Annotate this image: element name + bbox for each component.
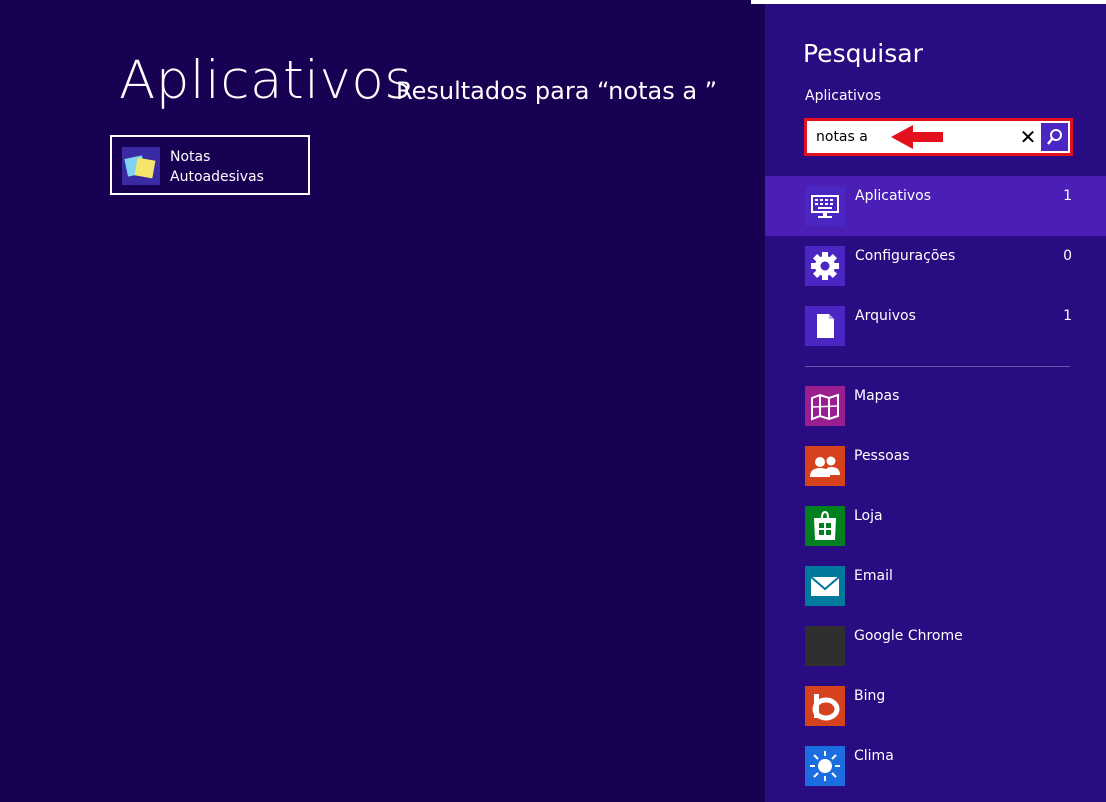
result-label: Notas Autoadesivas <box>170 147 264 187</box>
category-label: Aplicativos <box>855 188 932 204</box>
clear-search-button[interactable]: ✕ <box>1015 122 1041 152</box>
keyboard-monitor-icon <box>805 186 845 226</box>
weather-icon <box>805 746 845 786</box>
category-count: 1 <box>1063 188 1072 204</box>
app-email[interactable]: Email <box>765 556 1106 616</box>
app-label: Email <box>854 568 893 584</box>
app-label: Loja <box>854 508 883 524</box>
apps-results-area: Aplicativos Resultados para “notas a ” N… <box>0 0 751 802</box>
result-label-line1: Notas <box>170 149 211 165</box>
app-label: Mapas <box>854 388 900 404</box>
mail-icon <box>805 566 845 606</box>
result-tile-sticky-notes[interactable]: Notas Autoadesivas <box>110 135 310 195</box>
store-icon <box>805 506 845 546</box>
file-icon <box>805 306 845 346</box>
search-scope-label[interactable]: Aplicativos <box>805 88 881 104</box>
result-label-line2: Autoadesivas <box>170 169 264 185</box>
search-go-button[interactable] <box>1041 123 1068 151</box>
app-label: Bing <box>854 688 886 704</box>
search-box: ✕ <box>804 118 1073 156</box>
app-label: Pessoas <box>854 448 910 464</box>
app-mapas[interactable]: Mapas <box>765 376 1106 436</box>
app-label: Google Chrome <box>854 628 963 644</box>
page-title: Aplicativos <box>119 50 413 111</box>
app-bing[interactable]: Bing <box>765 676 1106 736</box>
category-count: 0 <box>1063 248 1072 264</box>
bing-icon <box>805 686 845 726</box>
sticky-notes-icon <box>122 147 160 185</box>
chrome-icon <box>805 626 845 666</box>
app-pessoas[interactable]: Pessoas <box>765 436 1106 496</box>
category-aplicativos[interactable]: Aplicativos 1 <box>765 176 1106 236</box>
search-pane: Pesquisar Aplicativos ✕ <box>765 4 1106 802</box>
category-label: Arquivos <box>855 308 916 324</box>
app-label: Clima <box>854 748 894 764</box>
section-divider <box>805 366 1070 367</box>
search-pane-title: Pesquisar <box>803 39 923 68</box>
category-configuracoes[interactable]: Configurações 0 <box>765 236 1106 296</box>
category-count: 1 <box>1063 308 1072 324</box>
app-loja[interactable]: Loja <box>765 496 1106 556</box>
people-icon <box>805 446 845 486</box>
search-icon <box>1047 129 1062 145</box>
map-icon <box>805 386 845 426</box>
app-clima[interactable]: Clima <box>765 736 1106 796</box>
gear-icon <box>805 246 845 286</box>
results-subtitle: Resultados para “notas a ” <box>396 77 718 105</box>
red-arrow-annotation-icon <box>891 125 943 149</box>
category-label: Configurações <box>855 248 956 264</box>
app-google-chrome[interactable]: Google Chrome <box>765 616 1106 676</box>
category-arquivos[interactable]: Arquivos 1 <box>765 296 1106 356</box>
